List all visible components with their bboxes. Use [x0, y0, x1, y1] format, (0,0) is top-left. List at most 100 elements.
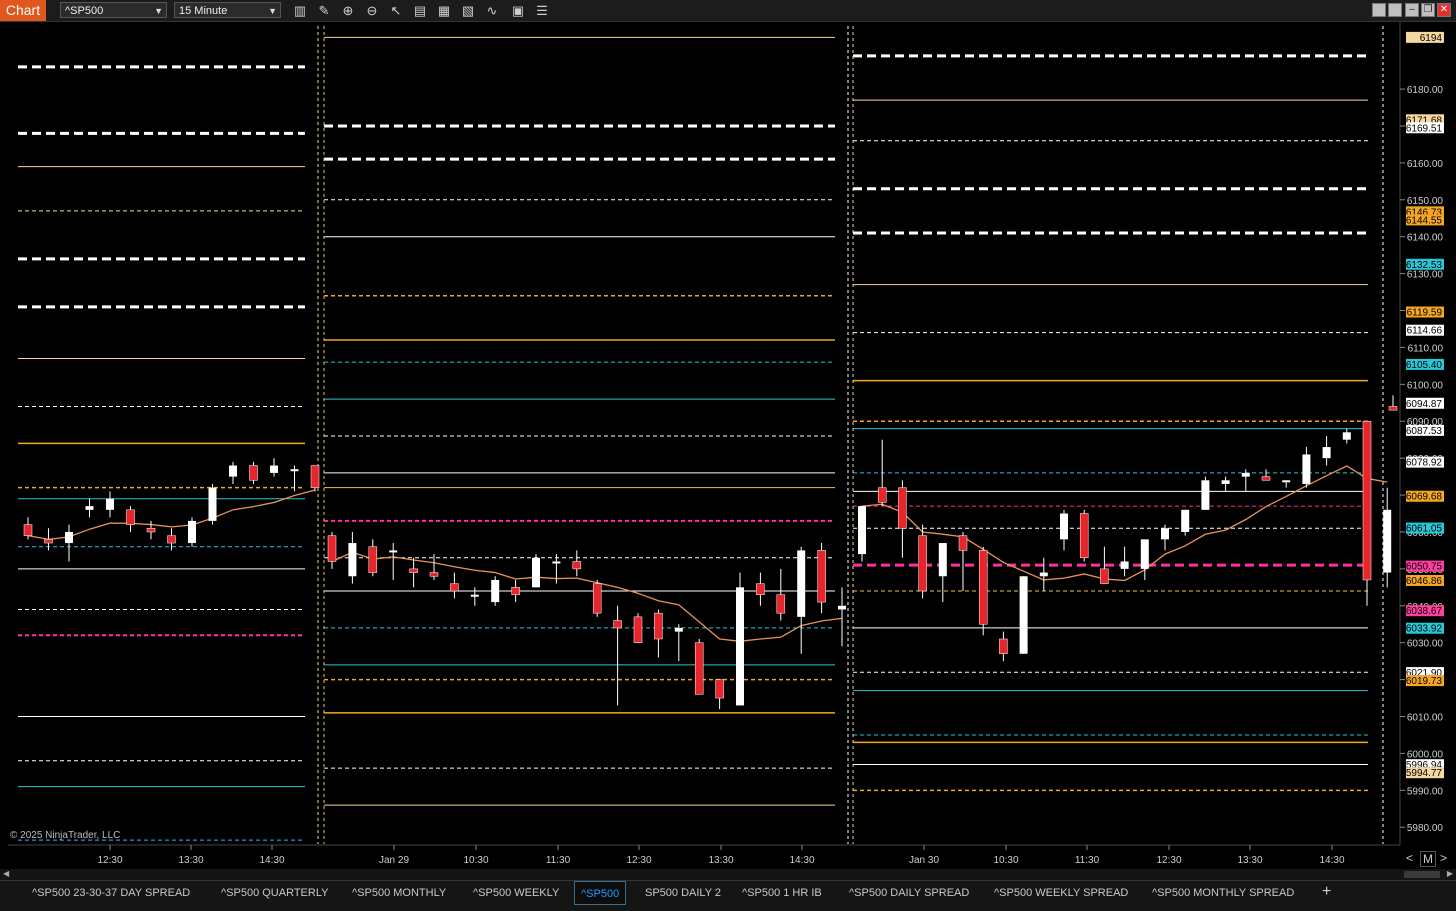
- time-tick-label: 11:30: [546, 855, 571, 866]
- copyright-text: © 2025 NinjaTrader, LLC: [10, 830, 121, 841]
- interval-selector[interactable]: 15 Minute ▼: [174, 2, 281, 18]
- price-tick-label: 6180.00: [1407, 85, 1444, 96]
- zoom-in-arrow-icon[interactable]: >: [1440, 851, 1447, 865]
- candle-body: [898, 487, 907, 529]
- time-tick-label: 13:30: [1237, 855, 1262, 866]
- candle-body: [327, 535, 337, 562]
- price-marker-label: 6061.05: [1406, 524, 1443, 535]
- scroll-left-icon[interactable]: ◀: [3, 869, 9, 878]
- candle-body: [409, 568, 418, 573]
- instrument-value: ^SP500: [65, 5, 104, 17]
- price-marker-label: 6078.92: [1406, 458, 1443, 469]
- tab-quarterly[interactable]: ^SP500 QUARTERLY: [221, 881, 328, 905]
- candle-body: [572, 561, 582, 570]
- bar-type-icon[interactable]: ▥: [291, 2, 309, 19]
- restore-icon[interactable]: [1372, 3, 1386, 17]
- float-icon[interactable]: ❐: [1421, 3, 1435, 17]
- candle-body: [858, 506, 866, 555]
- candle-body: [613, 620, 622, 629]
- maximize-icon[interactable]: [1388, 3, 1402, 17]
- candle-body: [429, 572, 439, 577]
- tab-weekly-spread[interactable]: ^SP500 WEEKLY SPREAD: [994, 881, 1128, 905]
- time-tick-label: 12:30: [97, 855, 122, 866]
- pointer-icon[interactable]: ↖: [387, 2, 405, 19]
- candle-body: [106, 498, 114, 510]
- instrument-selector[interactable]: ^SP500 ▼: [60, 2, 167, 18]
- candle-body: [1039, 572, 1048, 577]
- price-marker-label: 6050.75: [1406, 562, 1443, 573]
- zoom-controls[interactable]: < M >: [1404, 851, 1454, 867]
- tab-daily-2[interactable]: SP500 DAILY 2: [645, 881, 721, 905]
- chart-window-label[interactable]: Chart: [0, 0, 46, 21]
- zoom-out-icon[interactable]: ⊖: [363, 2, 381, 19]
- candle-body: [450, 583, 459, 592]
- price-tick-label: 6110.00: [1408, 343, 1444, 354]
- zoom-mode-icon[interactable]: M: [1420, 851, 1436, 867]
- candle-body: [1362, 420, 1372, 581]
- candle-body: [23, 524, 33, 536]
- tab-sp500[interactable]: ^SP500: [574, 881, 627, 905]
- candle-body: [1140, 539, 1149, 569]
- candle-body: [838, 605, 846, 610]
- candle-body: [654, 612, 663, 640]
- candle-body: [1261, 476, 1271, 481]
- candle-body: [552, 561, 561, 564]
- candle-body: [978, 550, 988, 625]
- candle-body: [44, 539, 53, 544]
- price-tick-label: 6030.00: [1407, 639, 1444, 650]
- add-tab-icon[interactable]: +: [1322, 883, 1331, 901]
- chart-tab-bar: ^SP500 23-30-37 DAY SPREAD ^SP500 QUARTE…: [0, 880, 1456, 911]
- candle-body: [694, 642, 704, 695]
- price-tick-label: 6160.00: [1407, 159, 1444, 170]
- price-tick-label: 6000.00: [1407, 749, 1444, 760]
- price-tick-label: 5980.00: [1407, 823, 1444, 834]
- time-tick-label: 14:30: [1319, 855, 1344, 866]
- candle-body: [348, 543, 357, 577]
- candle-body: [1282, 480, 1291, 483]
- price-marker-label: 6069.68: [1406, 492, 1443, 503]
- candle-body: [65, 531, 73, 544]
- tab-weekly[interactable]: ^SP500 WEEKLY: [473, 881, 559, 905]
- list-icon[interactable]: ☰: [533, 2, 551, 19]
- horizontal-scrollbar[interactable]: ◀ ▶: [0, 869, 1456, 880]
- drawing-tools-icon[interactable]: ∿: [483, 2, 501, 19]
- candle-body: [249, 465, 258, 481]
- zoom-out-arrow-icon[interactable]: <: [1406, 851, 1413, 865]
- candle-body: [146, 528, 156, 533]
- candle-body: [511, 587, 520, 595]
- properties-icon[interactable]: ▣: [509, 2, 527, 19]
- indicators-icon[interactable]: ▦: [435, 2, 453, 19]
- time-tick-label: Jan 29: [379, 855, 409, 866]
- candle-body: [491, 579, 500, 603]
- close-icon[interactable]: ✕: [1437, 3, 1451, 17]
- time-tick-label: 13:30: [178, 855, 203, 866]
- tab-1hr-ib[interactable]: ^SP500 1 HR IB: [742, 881, 822, 905]
- time-tick-label: 11:30: [1075, 855, 1100, 866]
- tab-monthly-spread[interactable]: ^SP500 MONTHLY SPREAD: [1152, 881, 1294, 905]
- chevron-down-icon: ▼: [154, 6, 163, 16]
- candle-body: [674, 627, 683, 632]
- candle-body: [229, 465, 237, 477]
- zoom-in-icon[interactable]: ⊕: [339, 2, 357, 19]
- candle-body: [1201, 480, 1210, 510]
- minimize-icon[interactable]: –: [1405, 3, 1419, 17]
- candle-body: [368, 546, 378, 573]
- tab-day-spread[interactable]: ^SP500 23-30-37 DAY SPREAD: [32, 881, 190, 905]
- price-tick-label: 5990.00: [1407, 786, 1444, 797]
- tab-monthly[interactable]: ^SP500 MONTHLY: [352, 881, 446, 905]
- strategies-icon[interactable]: ▧: [459, 2, 477, 19]
- candle-body: [592, 583, 602, 614]
- candle-body: [736, 587, 744, 706]
- time-tick-label: Jan 30: [909, 855, 939, 866]
- tab-daily-spread[interactable]: ^SP500 DAILY SPREAD: [849, 881, 969, 905]
- scroll-thumb[interactable]: [1404, 871, 1440, 878]
- data-box-icon[interactable]: ▤: [411, 2, 429, 19]
- time-tick-label: 10:30: [993, 855, 1018, 866]
- candle-body: [310, 465, 320, 488]
- price-chart[interactable]: 6180.006170.006160.006150.006140.006130.…: [0, 22, 1456, 868]
- candle-body: [1181, 509, 1190, 532]
- candle-body: [918, 535, 927, 592]
- pencil-icon[interactable]: ✎: [315, 2, 333, 19]
- candle-body: [208, 487, 217, 521]
- scroll-right-icon[interactable]: ▶: [1447, 869, 1453, 878]
